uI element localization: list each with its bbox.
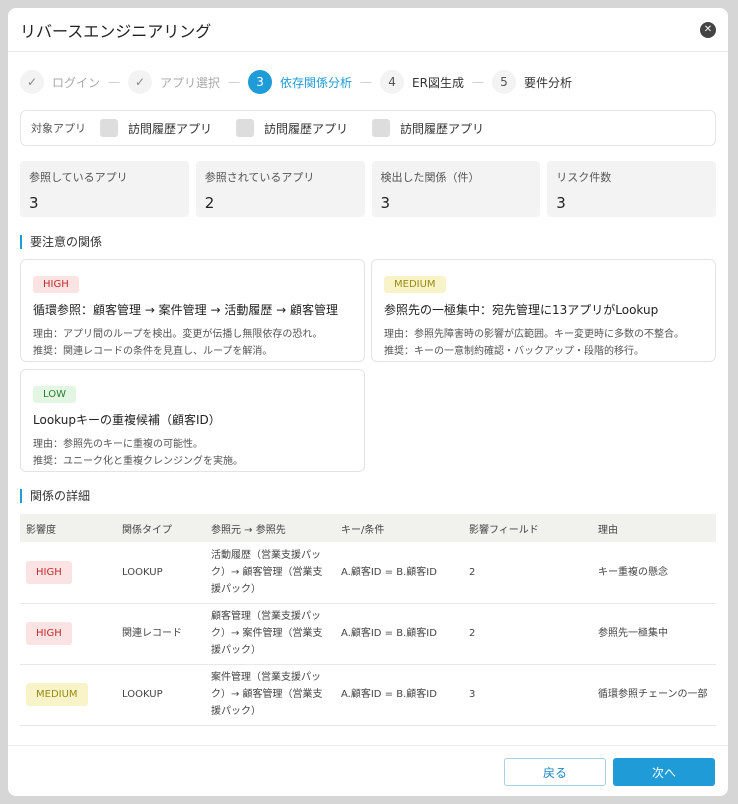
step-number: 4 [380, 70, 405, 94]
risk-reason: 理由：参照先のキーに重複の可能性。 [33, 439, 203, 450]
column-header: 影響度 [20, 514, 116, 542]
stat-referenced-apps: 参照されているアプリ 2 [195, 161, 365, 217]
step-label: 要件分析 [523, 75, 572, 90]
risk-title: 循環参照：顧客管理 → 案件管理 → 活動履歴 → 顧客管理 [33, 303, 339, 317]
severity-badge: HIGH [33, 276, 79, 293]
risk-recommendation: 推奨：ユニーク化と重複クレンジングを実施。 [33, 456, 243, 467]
step-er-diagram: 4 ER図生成 [380, 70, 464, 94]
affected-fields: 3 [463, 664, 592, 726]
table-header: 影響度 関係タイプ 参照元 → 参照先 キー/条件 影響フィールド 理由 [20, 514, 716, 542]
section-title-attention: 要注意の関係 [20, 235, 102, 249]
stat-value: 3 [380, 194, 391, 212]
target-apps-label: 対象アプリ [31, 122, 86, 135]
step-separator: — [108, 75, 121, 89]
stat-value: 2 [204, 194, 215, 212]
checkbox-box[interactable] [236, 119, 255, 137]
column-header: 関係タイプ [116, 514, 205, 542]
dialog-title: リバースエンジニアリング [20, 21, 212, 41]
step-label: 依存関係分析 [280, 75, 353, 90]
stat-label: 検出した関係（件） [380, 171, 480, 184]
close-icon[interactable]: ✕ [700, 21, 716, 38]
relation-key: A.顧客ID = B.顧客ID [335, 542, 463, 604]
checkbox-box[interactable] [100, 119, 118, 137]
stat-label: 参照されているアプリ [204, 171, 315, 184]
step-label: ER図生成 [412, 75, 464, 90]
risk-recommendation: 推奨：キーの一意制約確認・バックアップ・段階的移行。 [384, 346, 644, 357]
target-apps: 対象アプリ 訪問履歴アプリ 訪問履歴アプリ 訪問履歴アプリ [20, 110, 716, 146]
risk-recommendation: 推奨：関連レコードの条件を見直し、ループを解消。 [33, 346, 273, 357]
severity-badge: HIGH [26, 622, 72, 645]
relation-path: 顧客管理（営業支援パック）→ 案件管理（営業支援パック） [205, 603, 335, 665]
step-requirements: 5 要件分析 [491, 70, 572, 94]
app-checkbox[interactable]: 訪問履歴アプリ [100, 119, 212, 137]
check-icon: ✓ [20, 70, 44, 94]
app-name: 訪問履歴アプリ [264, 121, 349, 136]
table-row: MEDIUM LOOKUP 案件管理（営業支援パック）→ 顧客管理（営業支援パッ… [20, 664, 716, 726]
risk-card-medium: MEDIUM 参照先の一極集中：宛先管理に13アプリがLookup 理由：参照先… [371, 259, 716, 362]
relation-reason: 参照先一極集中 [592, 603, 716, 665]
severity-badge: LOW [33, 386, 76, 403]
stepper: ✓ ログイン — ✓ アプリ選択 — 3 依存関係分析 — 4 ER図生成 — 5 要件分… [20, 70, 572, 94]
stat-label: リスク件数 [556, 171, 612, 184]
column-header: 影響フィールド [463, 514, 592, 542]
step-login: ✓ ログイン [20, 70, 100, 94]
step-separator: — [471, 75, 484, 89]
relation-path: 活動履歴（営業支援パック）→ 顧客管理（営業支援パック） [205, 542, 335, 604]
relation-type: LOOKUP [116, 542, 205, 604]
step-dependency-analysis: 3 依存関係分析 [248, 70, 352, 94]
column-header: 参照元 → 参照先 [205, 514, 335, 542]
dialog-footer: 戻る 次へ [8, 745, 728, 796]
column-header: キー/条件 [335, 514, 463, 542]
stat-value: 3 [556, 194, 566, 212]
stat-detected-relations: 検出した関係（件） 3 [371, 161, 541, 217]
affected-fields: 2 [463, 603, 592, 665]
relation-key: A.顧客ID = B.顧客ID [335, 664, 463, 726]
checkbox-box[interactable] [372, 119, 391, 137]
step-separator: — [360, 75, 373, 89]
app-checkbox[interactable]: 訪問履歴アプリ [372, 119, 484, 137]
affected-fields: 2 [463, 542, 592, 604]
column-header: 理由 [592, 514, 716, 542]
relations-table: 影響度 関係タイプ 参照元 → 参照先 キー/条件 影響フィールド 理由 HIG… [20, 514, 716, 726]
app-name: 訪問履歴アプリ [128, 121, 213, 136]
relation-path: 案件管理（営業支援パック）→ 顧客管理（営業支援パック） [205, 664, 335, 726]
severity-badge: MEDIUM [26, 683, 88, 706]
stat-value: 3 [29, 194, 39, 212]
back-button[interactable]: 戻る [504, 758, 606, 786]
section-title-details: 関係の詳細 [20, 489, 90, 503]
relation-key: A.顧客ID = B.顧客ID [335, 603, 463, 665]
risk-card-low: LOW Lookupキーの重複候補（顧客ID） 理由：参照先のキーに重複の可能性… [20, 369, 365, 472]
stat-referencing-apps: 参照しているアプリ 3 [20, 161, 189, 217]
risk-card-high: HIGH 循環参照：顧客管理 → 案件管理 → 活動履歴 → 顧客管理 理由：ア… [20, 259, 365, 362]
reverse-engineering-dialog: リバースエンジニアリング ✕ ✓ ログイン — ✓ アプリ選択 — 3 依存関係分析 … [8, 8, 728, 796]
relation-type: 関連レコード [116, 603, 205, 665]
step-number: 3 [248, 70, 273, 94]
next-button[interactable]: 次へ [613, 758, 715, 786]
stat-risk-count: リスク件数 3 [547, 161, 716, 217]
dialog-header: リバースエンジニアリング ✕ [8, 8, 728, 52]
app-checkbox[interactable]: 訪問履歴アプリ [236, 119, 348, 137]
step-label: ログイン [52, 75, 101, 90]
risk-title: 参照先の一極集中：宛先管理に13アプリがLookup [384, 303, 659, 317]
relation-type: LOOKUP [116, 664, 205, 726]
stat-label: 参照しているアプリ [29, 171, 128, 184]
table-row: HIGH 関連レコード 顧客管理（営業支援パック）→ 案件管理（営業支援パック）… [20, 603, 716, 665]
risk-title: Lookupキーの重複候補（顧客ID） [33, 413, 221, 427]
step-separator: — [228, 75, 241, 89]
app-name: 訪問履歴アプリ [400, 121, 485, 136]
step-app-select: ✓ アプリ選択 [128, 70, 220, 94]
relation-reason: キー重複の懸念 [592, 542, 716, 604]
step-label: アプリ選択 [160, 75, 221, 90]
step-number: 5 [491, 70, 516, 94]
relation-reason: 循環参照チェーンの一部 [592, 664, 716, 726]
check-icon: ✓ [128, 70, 153, 94]
stats-row: 参照しているアプリ 3 参照されているアプリ 2 検出した関係（件） 3 リスク件数 3 [20, 161, 716, 217]
severity-badge: MEDIUM [384, 276, 446, 293]
risk-reason: 理由：アプリ間のループを検出。変更が伝播し無限依存の恐れ。 [33, 329, 323, 340]
severity-badge: HIGH [26, 560, 72, 584]
risk-reason: 理由：参照先障害時の影響が広範囲。キー変更時に多数の不整合。 [384, 329, 684, 340]
table-row: HIGH LOOKUP 活動履歴（営業支援パック）→ 顧客管理（営業支援パック）… [20, 542, 716, 604]
